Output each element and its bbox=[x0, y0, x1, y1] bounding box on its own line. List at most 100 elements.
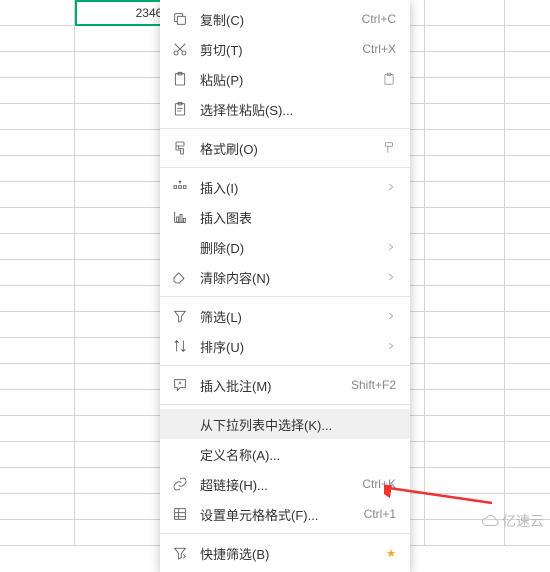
menu-label: 复制(C) bbox=[200, 10, 362, 29]
cell[interactable] bbox=[505, 104, 550, 130]
menu-item-paste[interactable]: 粘贴(P) bbox=[160, 64, 410, 94]
menu-item-insert-comment[interactable]: 插入批注(M) Shift+F2 bbox=[160, 370, 410, 400]
cell[interactable] bbox=[0, 130, 75, 156]
cell[interactable] bbox=[0, 156, 75, 182]
cell[interactable] bbox=[505, 182, 550, 208]
menu-label: 格式刷(O) bbox=[200, 139, 378, 158]
comment-icon bbox=[170, 375, 190, 395]
menu-item-delete[interactable]: 删除(D) bbox=[160, 232, 410, 262]
blank-icon bbox=[170, 444, 190, 464]
cell[interactable] bbox=[0, 494, 75, 520]
cell[interactable] bbox=[0, 0, 75, 26]
menu-label: 快捷筛选(B) bbox=[200, 544, 384, 563]
cell[interactable] bbox=[0, 312, 75, 338]
menu-item-insert[interactable]: 插入(I) bbox=[160, 172, 410, 202]
cell[interactable] bbox=[425, 182, 505, 208]
cell[interactable] bbox=[0, 260, 75, 286]
menu-shortcut: Shift+F2 bbox=[351, 378, 396, 392]
cell[interactable] bbox=[505, 130, 550, 156]
cell[interactable] bbox=[0, 208, 75, 234]
cell[interactable] bbox=[425, 78, 505, 104]
cut-icon bbox=[170, 39, 190, 59]
cell[interactable] bbox=[505, 234, 550, 260]
sort-icon bbox=[170, 336, 190, 356]
menu-item-format-painter[interactable]: 格式刷(O) bbox=[160, 133, 410, 163]
menu-item-filter[interactable]: 筛选(L) bbox=[160, 301, 410, 331]
cell[interactable] bbox=[0, 286, 75, 312]
menu-item-hyperlink[interactable]: 超链接(H)... Ctrl+K bbox=[160, 469, 410, 499]
cell[interactable] bbox=[425, 156, 505, 182]
cell[interactable] bbox=[505, 312, 550, 338]
cell[interactable] bbox=[505, 442, 550, 468]
cell[interactable] bbox=[505, 416, 550, 442]
cell[interactable] bbox=[505, 0, 550, 26]
cell[interactable] bbox=[0, 416, 75, 442]
menu-item-define-name[interactable]: 定义名称(A)... bbox=[160, 439, 410, 469]
cell[interactable] bbox=[505, 26, 550, 52]
menu-label: 插入(I) bbox=[200, 178, 380, 197]
clear-icon bbox=[170, 267, 190, 287]
menu-divider bbox=[160, 365, 410, 366]
cell[interactable] bbox=[425, 26, 505, 52]
menu-label: 粘贴(P) bbox=[200, 70, 378, 89]
cell[interactable] bbox=[505, 78, 550, 104]
cell[interactable] bbox=[425, 208, 505, 234]
cell[interactable] bbox=[425, 234, 505, 260]
menu-label: 超链接(H)... bbox=[200, 475, 362, 494]
chevron-right-icon bbox=[380, 242, 396, 252]
cell[interactable] bbox=[0, 442, 75, 468]
cell[interactable] bbox=[505, 208, 550, 234]
cell[interactable] bbox=[505, 260, 550, 286]
cell[interactable] bbox=[425, 52, 505, 78]
hyperlink-icon bbox=[170, 474, 190, 494]
star-icon: ★ bbox=[386, 547, 396, 560]
cell[interactable] bbox=[425, 260, 505, 286]
menu-item-copy[interactable]: 复制(C) Ctrl+C bbox=[160, 4, 410, 34]
cell[interactable] bbox=[0, 338, 75, 364]
cell[interactable] bbox=[0, 468, 75, 494]
cell[interactable] bbox=[505, 338, 550, 364]
cell[interactable] bbox=[425, 364, 505, 390]
menu-shortcut: Ctrl+C bbox=[362, 12, 396, 26]
cell[interactable] bbox=[0, 520, 75, 546]
cell[interactable] bbox=[505, 286, 550, 312]
menu-item-insert-chart[interactable]: 插入图表 bbox=[160, 202, 410, 232]
cell[interactable] bbox=[505, 156, 550, 182]
cell[interactable] bbox=[425, 130, 505, 156]
cell[interactable] bbox=[505, 52, 550, 78]
cell[interactable] bbox=[0, 182, 75, 208]
cell[interactable] bbox=[505, 468, 550, 494]
menu-divider bbox=[160, 128, 410, 129]
cell[interactable] bbox=[425, 0, 505, 26]
menu-shortcut: Ctrl+X bbox=[362, 42, 396, 56]
chevron-right-icon bbox=[380, 341, 396, 351]
cell[interactable] bbox=[0, 26, 75, 52]
menu-item-quick-filter[interactable]: 快捷筛选(B) ★ bbox=[160, 538, 410, 568]
cell[interactable] bbox=[425, 468, 505, 494]
cell[interactable] bbox=[505, 390, 550, 416]
cell[interactable] bbox=[0, 234, 75, 260]
cell[interactable] bbox=[425, 104, 505, 130]
paste-icon bbox=[170, 69, 190, 89]
cell[interactable] bbox=[425, 416, 505, 442]
menu-item-paste-special[interactable]: 选择性粘贴(S)... bbox=[160, 94, 410, 124]
cell[interactable] bbox=[505, 364, 550, 390]
menu-label: 清除内容(N) bbox=[200, 268, 380, 287]
menu-item-pick-from-list[interactable]: 从下拉列表中选择(K)... bbox=[160, 409, 410, 439]
cell[interactable] bbox=[0, 390, 75, 416]
cell[interactable] bbox=[425, 390, 505, 416]
menu-item-sort[interactable]: 排序(U) bbox=[160, 331, 410, 361]
paste-special-icon bbox=[170, 99, 190, 119]
cell[interactable] bbox=[425, 286, 505, 312]
cell[interactable] bbox=[425, 312, 505, 338]
cell[interactable] bbox=[0, 78, 75, 104]
cell[interactable] bbox=[0, 364, 75, 390]
cell[interactable] bbox=[0, 104, 75, 130]
cell[interactable] bbox=[425, 442, 505, 468]
cell[interactable] bbox=[425, 338, 505, 364]
menu-item-format-cells[interactable]: 设置单元格格式(F)... Ctrl+1 bbox=[160, 499, 410, 529]
cell[interactable] bbox=[0, 52, 75, 78]
menu-item-cut[interactable]: 剪切(T) Ctrl+X bbox=[160, 34, 410, 64]
menu-label: 插入批注(M) bbox=[200, 376, 351, 395]
menu-item-clear-contents[interactable]: 清除内容(N) bbox=[160, 262, 410, 292]
